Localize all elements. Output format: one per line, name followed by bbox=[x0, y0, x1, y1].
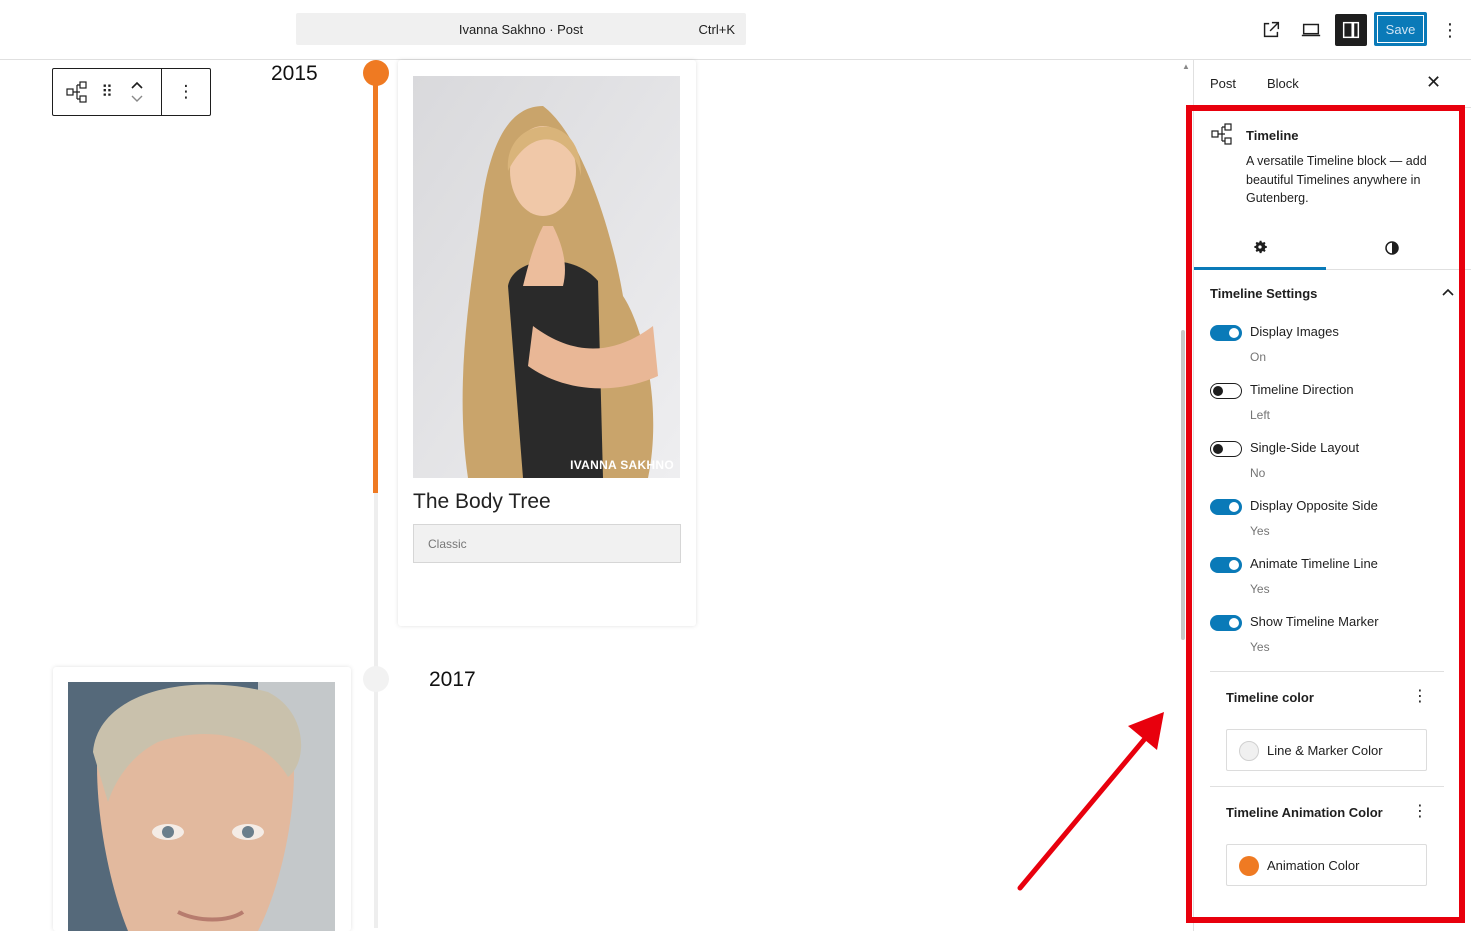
color-button-label: Line & Marker Color bbox=[1267, 743, 1383, 758]
animation-color-button[interactable]: Animation Color bbox=[1226, 844, 1427, 886]
toggle-label: Display Images bbox=[1250, 324, 1339, 339]
canvas-scrollbar[interactable] bbox=[1181, 330, 1185, 640]
toggle-timeline-direction: Timeline Direction Left bbox=[1210, 381, 1455, 431]
toggle-label: Show Timeline Marker bbox=[1250, 614, 1379, 629]
color-swatch bbox=[1239, 741, 1259, 761]
timeline-animated-line bbox=[373, 72, 378, 493]
photo-watermark: IVANNA SAKHNO bbox=[570, 458, 674, 472]
divider bbox=[1210, 786, 1444, 787]
gear-icon bbox=[1254, 240, 1267, 253]
preview-device-icon[interactable] bbox=[1295, 14, 1327, 46]
tab-settings[interactable] bbox=[1194, 226, 1326, 270]
single-side-layout-switch[interactable] bbox=[1210, 441, 1242, 457]
divider bbox=[1210, 671, 1444, 672]
toggle-help: No bbox=[1250, 466, 1266, 480]
inspector-tabs bbox=[1194, 226, 1471, 270]
toggle-help: Yes bbox=[1250, 524, 1270, 538]
close-icon[interactable]: ✕ bbox=[1426, 72, 1441, 93]
toggle-animate-timeline-line: Animate Timeline Line Yes bbox=[1210, 555, 1455, 605]
options-more-icon[interactable]: ⋮ bbox=[1440, 16, 1460, 44]
card-title[interactable]: The Body Tree bbox=[413, 490, 551, 514]
toggle-label: Single-Side Layout bbox=[1250, 440, 1360, 455]
toggle-help: Yes bbox=[1250, 582, 1270, 596]
card-photo bbox=[68, 682, 335, 931]
drag-handle-icon[interactable]: ⠿ bbox=[95, 69, 119, 115]
chevron-up-icon bbox=[1442, 288, 1454, 296]
toggle-label: Display Opposite Side bbox=[1250, 498, 1378, 513]
toggle-display-images: Display Images On bbox=[1210, 323, 1455, 373]
block-description: A versatile Timeline block — add beautif… bbox=[1246, 154, 1427, 205]
display-opposite-side-switch[interactable] bbox=[1210, 499, 1242, 515]
color-button-label: Animation Color bbox=[1267, 858, 1360, 873]
toggle-label: Timeline Direction bbox=[1250, 382, 1354, 397]
editor-top-bar: Ivanna Sakhno · Post Ctrl+K Save ⋮ bbox=[0, 0, 1471, 60]
toolbar-divider bbox=[161, 69, 162, 115]
sidebar-tabs: Post Block ✕ bbox=[1194, 60, 1471, 108]
show-timeline-marker-switch[interactable] bbox=[1210, 615, 1242, 631]
color-options-more-icon[interactable]: ⋮ bbox=[1412, 801, 1428, 821]
color-section-heading: Timeline color bbox=[1226, 690, 1314, 705]
settings-sidebar-toggle-icon[interactable] bbox=[1335, 14, 1367, 46]
block-toolbar: ⠿ ⋮ bbox=[52, 68, 211, 116]
card-category-button[interactable]: Classic bbox=[413, 524, 681, 563]
command-palette-button[interactable]: Ivanna Sakhno · Post Ctrl+K bbox=[296, 13, 746, 45]
toggle-show-timeline-marker: Show Timeline Marker Yes bbox=[1210, 613, 1455, 663]
color-options-more-icon[interactable]: ⋮ bbox=[1412, 686, 1428, 706]
settings-sidebar: Post Block ✕ Timeline A versatile Timeli… bbox=[1193, 60, 1471, 931]
panel-title: Timeline Settings bbox=[1210, 286, 1318, 301]
timeline-marker bbox=[363, 666, 389, 692]
chevron-up-icon bbox=[131, 81, 143, 89]
timeline-year: 2017 bbox=[429, 668, 476, 691]
timeline-block-icon[interactable] bbox=[63, 69, 91, 115]
line-marker-color-button[interactable]: Line & Marker Color bbox=[1226, 729, 1427, 771]
timeline-year: 2015 bbox=[271, 62, 318, 85]
color-section-heading: Timeline Animation Color bbox=[1226, 805, 1383, 820]
tab-post[interactable]: Post bbox=[1210, 76, 1236, 91]
move-up-down-control[interactable] bbox=[125, 69, 149, 115]
scroll-up-arrow-icon[interactable]: ▲ bbox=[1180, 60, 1192, 74]
chevron-down-icon bbox=[131, 95, 143, 102]
toggle-help: Yes bbox=[1250, 640, 1270, 654]
toggle-help: On bbox=[1250, 350, 1267, 364]
block-title: Timeline bbox=[1246, 128, 1299, 143]
block-options-icon[interactable]: ⋮ bbox=[163, 69, 209, 115]
keyboard-shortcut: Ctrl+K bbox=[698, 22, 735, 37]
animate-timeline-line-switch[interactable] bbox=[1210, 557, 1242, 573]
contrast-icon bbox=[1385, 241, 1399, 255]
tab-block[interactable]: Block bbox=[1267, 76, 1299, 91]
timeline-marker-active bbox=[363, 60, 389, 86]
save-button[interactable]: Save bbox=[1374, 12, 1427, 46]
display-images-switch[interactable] bbox=[1210, 325, 1242, 341]
toggle-help: Left bbox=[1250, 408, 1271, 422]
toggle-single-side-layout: Single-Side Layout No bbox=[1210, 439, 1455, 489]
card-photo: IVANNA SAKHNO bbox=[413, 76, 680, 478]
color-swatch bbox=[1239, 856, 1259, 876]
document-title: Ivanna Sakhno · Post bbox=[458, 22, 584, 37]
timeline-settings-panel-toggle[interactable]: Timeline Settings bbox=[1210, 286, 1455, 306]
tab-styles[interactable] bbox=[1326, 226, 1458, 270]
timeline-card[interactable] bbox=[53, 667, 351, 931]
view-post-icon[interactable] bbox=[1255, 14, 1287, 46]
toggle-display-opposite-side: Display Opposite Side Yes bbox=[1210, 497, 1455, 547]
toggle-label: Animate Timeline Line bbox=[1250, 556, 1378, 571]
timeline-card[interactable]: IVANNA SAKHNO The Body Tree Classic bbox=[398, 60, 696, 626]
timeline-block-icon bbox=[1210, 122, 1234, 151]
timeline-direction-switch[interactable] bbox=[1210, 383, 1242, 399]
